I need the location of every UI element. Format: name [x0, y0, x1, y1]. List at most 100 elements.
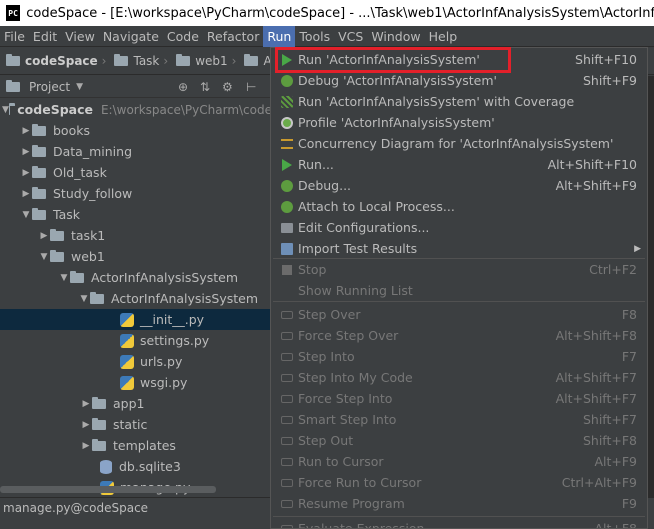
- menu-item-run-dialog[interactable]: Run... Alt+Shift+F10: [271, 154, 647, 175]
- collapsed-arrow-icon[interactable]: ▶: [20, 168, 32, 178]
- expand-arrow-icon[interactable]: ▼: [38, 252, 50, 262]
- tree-item[interactable]: ▶ templates: [0, 435, 272, 456]
- collapsed-arrow-icon[interactable]: ▶: [80, 441, 92, 451]
- menu-item-step-over[interactable]: Step Over F8: [271, 304, 647, 325]
- collapsed-arrow-icon[interactable]: ▶: [38, 231, 50, 241]
- python-file-icon: [120, 312, 134, 327]
- menu-refactor[interactable]: Refactor: [203, 26, 263, 47]
- menu-tools[interactable]: Tools: [295, 26, 334, 47]
- menu-item-shortcut: F9: [621, 496, 637, 511]
- gear-icon[interactable]: ⚙: [222, 80, 233, 94]
- menu-item-label: Run 'ActorInfAnalysisSystem': [298, 52, 480, 67]
- menu-item-stop[interactable]: Stop Ctrl+F2: [271, 259, 647, 280]
- tree-item[interactable]: settings.py: [0, 330, 272, 351]
- menu-item-profile[interactable]: Profile 'ActorInfAnalysisSystem': [271, 112, 647, 133]
- chevron-right-icon: ›: [231, 54, 237, 68]
- menu-item-run-config[interactable]: Run 'ActorInfAnalysisSystem' Shift+F10: [271, 49, 647, 70]
- folder-icon: [8, 102, 17, 115]
- force-step-into-icon: [279, 391, 295, 407]
- menu-item-attach-process[interactable]: Attach to Local Process...: [271, 196, 647, 217]
- menu-item-evaluate-expression[interactable]: Evaluate Expression... Alt+F8: [271, 518, 647, 529]
- menu-item-edit-configurations[interactable]: Edit Configurations...: [271, 217, 647, 238]
- dropdown-arrow-icon[interactable]: ▼: [76, 82, 83, 92]
- menu-navigate[interactable]: Navigate: [99, 26, 163, 47]
- project-panel-title[interactable]: Project: [29, 80, 70, 94]
- menu-item-shortcut: Alt+F8: [594, 521, 637, 529]
- tree-item[interactable]: ▶ task1: [0, 225, 272, 246]
- tree-item[interactable]: urls.py: [0, 351, 272, 372]
- menu-item-shortcut: F7: [621, 349, 637, 364]
- menu-item-step-into[interactable]: Step Into F7: [271, 346, 647, 367]
- expand-arrow-icon[interactable]: ▼: [58, 273, 70, 283]
- horizontal-scrollbar[interactable]: [0, 486, 216, 493]
- menu-help[interactable]: Help: [425, 26, 462, 47]
- collapsed-arrow-icon[interactable]: ▶: [20, 147, 32, 157]
- breadcrumb-label: codeSpace: [25, 54, 98, 68]
- collapsed-arrow-icon[interactable]: ▶: [20, 189, 32, 199]
- config-icon: [279, 220, 295, 236]
- tree-item[interactable]: wsgi.py: [0, 372, 272, 393]
- tree-root-path: E:\workspace\PyCharm\code: [100, 102, 272, 117]
- tree-item[interactable]: db.sqlite3: [0, 456, 272, 477]
- expand-arrow-icon[interactable]: ▼: [78, 294, 90, 304]
- stop-icon: [279, 262, 295, 278]
- menu-item-debug-dialog[interactable]: Debug... Alt+Shift+F9: [271, 175, 647, 196]
- menu-file[interactable]: File: [0, 26, 29, 47]
- tree-root[interactable]: ▼ codeSpace E:\workspace\PyCharm\code: [0, 99, 272, 120]
- collapse-icon[interactable]: ⇅: [200, 80, 210, 94]
- menu-item-force-run-to-cursor[interactable]: Force Run to Cursor Ctrl+Alt+F9: [271, 472, 647, 493]
- tree-item[interactable]: ▼ web1: [0, 246, 272, 267]
- menu-separator: [273, 301, 645, 302]
- tree-item[interactable]: ▶ static: [0, 414, 272, 435]
- menu-item-show-running-list[interactable]: Show Running List: [271, 280, 647, 301]
- tree-item[interactable]: ▶ app1: [0, 393, 272, 414]
- menu-item-import-test-results[interactable]: Import Test Results ▶: [271, 238, 647, 259]
- submenu-arrow-icon: ▶: [634, 243, 641, 254]
- menu-item-debug-config[interactable]: Debug 'ActorInfAnalysisSystem' Shift+F9: [271, 70, 647, 91]
- menu-item-step-into-my-code[interactable]: Step Into My Code Alt+Shift+F7: [271, 367, 647, 388]
- menu-item-shortcut: Shift+F10: [575, 52, 637, 67]
- menu-vcs[interactable]: VCS: [334, 26, 367, 47]
- tree-item-selected[interactable]: __init__.py: [0, 309, 272, 330]
- tree-item[interactable]: ▶ books: [0, 120, 272, 141]
- run-to-cursor-icon: [279, 454, 295, 470]
- hide-icon[interactable]: ⊢: [246, 80, 256, 94]
- menu-item-label: Edit Configurations...: [298, 220, 430, 235]
- collapsed-arrow-icon[interactable]: ▶: [80, 420, 92, 430]
- tree-item[interactable]: ▼ Task: [0, 204, 272, 225]
- menu-item-shortcut: Shift+F8: [582, 433, 637, 448]
- expand-arrow-icon[interactable]: ▼: [20, 210, 32, 220]
- menu-item-run-coverage[interactable]: Run 'ActorInfAnalysisSystem' with Covera…: [271, 91, 647, 112]
- menu-item-concurrency-diagram[interactable]: Concurrency Diagram for 'ActorInfAnalysi…: [271, 133, 647, 154]
- menu-code[interactable]: Code: [163, 26, 203, 47]
- menu-item-run-to-cursor[interactable]: Run to Cursor Alt+F9: [271, 451, 647, 472]
- collapsed-arrow-icon[interactable]: ▶: [20, 126, 32, 136]
- breadcrumb-codespace[interactable]: codeSpace: [0, 48, 100, 75]
- menu-window[interactable]: Window: [367, 26, 424, 47]
- menu-edit[interactable]: Edit: [29, 26, 61, 47]
- menu-item-step-out[interactable]: Step Out Shift+F8: [271, 430, 647, 451]
- tree-item[interactable]: ▼ ActorInfAnalysisSystem: [0, 267, 272, 288]
- menu-item-resume-program[interactable]: Resume Program F9: [271, 493, 647, 514]
- menu-run[interactable]: Run: [263, 25, 296, 47]
- tree-item[interactable]: ▶ Study_follow: [0, 183, 272, 204]
- tree-item[interactable]: ▶ Data_mining: [0, 141, 272, 162]
- menu-item-label: Stop: [298, 262, 327, 277]
- tree-item-label: __init__.py: [140, 312, 205, 327]
- tree-item[interactable]: ▼ ActorInfAnalysisSystem: [0, 288, 272, 309]
- expand-arrow-icon[interactable]: ▼: [2, 105, 9, 115]
- folder-icon: [114, 54, 129, 66]
- target-icon[interactable]: ⊕: [178, 80, 188, 94]
- app-icon: PC: [6, 5, 21, 21]
- breadcrumb-web1[interactable]: web1: [170, 48, 229, 75]
- breadcrumb-task[interactable]: Task: [108, 48, 161, 75]
- step-into-my-code-icon: [279, 370, 295, 386]
- menu-view[interactable]: View: [61, 26, 99, 47]
- python-file-icon: [120, 375, 134, 390]
- force-step-over-icon: [279, 328, 295, 344]
- menu-item-smart-step-into[interactable]: Smart Step Into Shift+F7: [271, 409, 647, 430]
- menu-item-force-step-into[interactable]: Force Step Into Alt+Shift+F7: [271, 388, 647, 409]
- collapsed-arrow-icon[interactable]: ▶: [80, 399, 92, 409]
- menu-item-force-step-over[interactable]: Force Step Over Alt+Shift+F8: [271, 325, 647, 346]
- tree-item[interactable]: ▶ Old_task: [0, 162, 272, 183]
